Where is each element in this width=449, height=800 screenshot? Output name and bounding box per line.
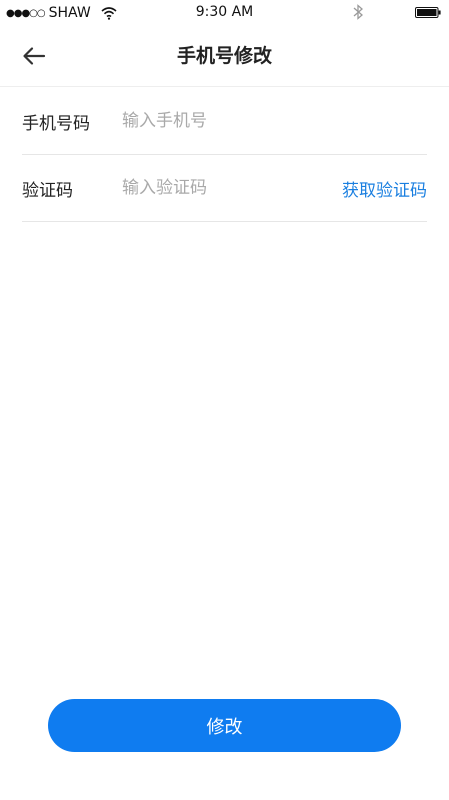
phone-label: 手机号码 xyxy=(22,113,90,134)
code-row: 验证码 获取验证码 xyxy=(22,155,427,222)
get-verification-code-button[interactable]: 获取验证码 xyxy=(342,176,427,201)
code-label: 验证码 xyxy=(22,180,73,201)
verification-code-input[interactable] xyxy=(122,178,342,198)
status-bar: ●●●○○ SHAW 9:30 AM xyxy=(0,0,449,26)
phone-change-form: 手机号码 验证码 获取验证码 xyxy=(22,88,427,222)
battery-icon xyxy=(415,7,441,18)
bluetooth-icon xyxy=(353,4,363,20)
navigation-bar: 手机号修改 xyxy=(0,26,449,87)
submit-modify-button[interactable]: 修改 xyxy=(48,699,401,752)
page-title: 手机号修改 xyxy=(176,45,272,67)
status-time: 9:30 AM xyxy=(195,4,254,20)
phone-input[interactable] xyxy=(122,111,427,131)
phone-row: 手机号码 xyxy=(22,88,427,155)
